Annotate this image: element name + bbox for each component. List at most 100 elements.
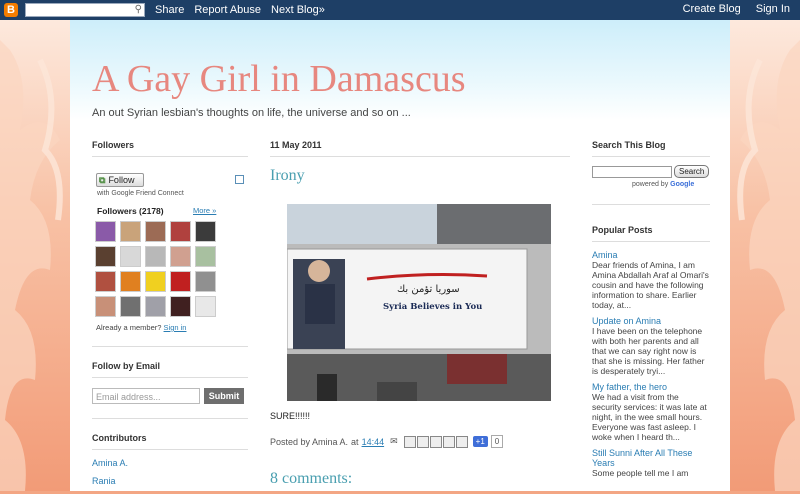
contributors-section: Contributors Amina A. Rania — [92, 418, 248, 486]
popular-post-link[interactable]: My father, the hero — [592, 382, 710, 392]
follower-avatar[interactable] — [145, 246, 166, 267]
billboard-caption: Syria Believes in You — [383, 302, 482, 312]
follower-thumbnails — [95, 221, 248, 317]
powered-by-text: powered by — [632, 181, 669, 188]
popular-post-link[interactable]: Update on Amina — [592, 316, 710, 326]
post-time-link[interactable]: 14:44 — [362, 437, 385, 447]
posted-at: at — [351, 436, 359, 447]
post-image[interactable]: سوريا تؤمن بك Syria Believes in You — [287, 204, 551, 401]
followers-count: Followers (2178) — [97, 206, 164, 216]
already-member-text: Already a member? — [96, 323, 162, 332]
follower-avatar[interactable] — [120, 221, 141, 242]
follower-avatar[interactable] — [95, 221, 116, 242]
left-decoration — [0, 20, 70, 491]
google-logo: Google — [670, 181, 695, 188]
twitter-share-icon[interactable] — [429, 435, 442, 448]
powered-by-google: powered by Google — [632, 181, 710, 188]
plusone-button[interactable]: +1 — [472, 436, 488, 447]
follower-avatar[interactable] — [170, 296, 191, 317]
main-column: 11 May 2011 Irony سوريا تؤمن بك Syria Be… — [270, 140, 570, 488]
follow-label: Follow — [108, 175, 135, 185]
follower-avatar[interactable] — [195, 246, 216, 267]
member-sign-in-link[interactable]: Sign in — [164, 323, 187, 332]
followers-more-link[interactable]: More » — [193, 206, 216, 215]
share-link[interactable]: Share — [155, 4, 184, 16]
email-field[interactable]: Email address... — [92, 388, 200, 404]
follow-button[interactable]: ⧉ Follow — [96, 173, 144, 187]
blog-content: A Gay Girl in Damascus An out Syrian les… — [70, 20, 730, 491]
popular-post-snippet: Dear friends of Amina, I am Amina Abdall… — [592, 260, 709, 310]
buzz-share-icon[interactable] — [455, 435, 468, 448]
follower-avatar[interactable] — [195, 271, 216, 292]
contributor-link[interactable]: Amina A. — [92, 458, 248, 468]
follower-avatar[interactable] — [120, 296, 141, 317]
blog-search: Search — [592, 165, 710, 178]
gfc-text: with Google Friend Connect — [97, 190, 184, 197]
follower-avatar[interactable] — [95, 271, 116, 292]
already-member: Already a member? Sign in — [96, 323, 248, 332]
popular-post-snippet: Some people tell me I am — [592, 468, 689, 478]
popular-post-snippet: I have been on the telephone with both h… — [592, 326, 705, 376]
facebook-share-icon[interactable] — [442, 435, 455, 448]
email-post-icon[interactable]: ✉ — [390, 436, 398, 447]
email-share-icon[interactable] — [403, 435, 416, 448]
follow-by-email-section: Follow by Email Email address... Submit — [92, 346, 248, 404]
blog-search-input[interactable] — [592, 165, 672, 178]
navbar-search-input[interactable]: ⚲ — [25, 3, 145, 17]
comments-title[interactable]: 8 comments: — [270, 470, 570, 488]
left-sidebar: Followers ⧉ Follow with Google Friend Co… — [92, 140, 248, 494]
blogger-logo-icon[interactable]: B — [4, 3, 18, 17]
share-buttons — [403, 435, 469, 448]
followers-title: Followers — [92, 140, 248, 157]
popular-post-snippet: We had a visit from the security service… — [592, 392, 707, 442]
follower-avatar[interactable] — [120, 271, 141, 292]
follower-avatar[interactable] — [95, 296, 116, 317]
report-abuse-link[interactable]: Report Abuse — [194, 4, 261, 16]
search-icon[interactable]: ⚲ — [135, 4, 142, 16]
posted-by: Posted by Amina A. — [270, 436, 349, 447]
followers-widget: ⧉ Follow with Google Friend Connect Foll… — [92, 165, 248, 217]
follower-avatar[interactable] — [170, 221, 191, 242]
follower-avatar[interactable] — [170, 271, 191, 292]
contributors-title: Contributors — [92, 433, 248, 450]
blogger-navbar: B ⚲ Share Report Abuse Next Blog» Create… — [0, 0, 800, 20]
post-body: SURE!!!!!! — [270, 411, 311, 421]
next-blog-link[interactable]: Next Blog» — [271, 4, 325, 16]
expand-icon[interactable] — [235, 175, 244, 184]
follower-avatar[interactable] — [95, 246, 116, 267]
right-sidebar: Search This Blog Search powered by Googl… — [592, 140, 710, 478]
blog-description: An out Syrian lesbian's thoughts on life… — [92, 107, 411, 119]
palm-silhouette-right — [737, 40, 800, 491]
popular-post-link[interactable]: Amina — [592, 250, 710, 260]
popular-post-link[interactable]: Still Sunni After All These Years — [592, 448, 710, 468]
post-title[interactable]: Irony — [270, 167, 570, 185]
create-blog-link[interactable]: Create Blog — [683, 3, 741, 15]
email-form: Email address... Submit — [92, 388, 248, 404]
follower-avatar[interactable] — [145, 271, 166, 292]
submit-button[interactable]: Submit — [204, 388, 244, 404]
popular-posts-section: Popular Posts Amina Dear friends of Amin… — [592, 204, 710, 478]
billboard-arabic-text: سوريا تؤمن بك — [397, 284, 460, 295]
popular-posts-title: Popular Posts — [592, 225, 710, 242]
billboard-photo: سوريا تؤمن بك Syria Believes in You — [287, 204, 551, 401]
post-date: 11 May 2011 — [270, 140, 570, 157]
follow-by-email-title: Follow by Email — [92, 361, 248, 378]
post-footer: Posted by Amina A. at 14:44 ✉ +1 0 — [270, 435, 570, 448]
right-decoration — [730, 20, 800, 491]
contributor-link[interactable]: Rania — [92, 476, 248, 486]
follower-avatar[interactable] — [145, 221, 166, 242]
follower-avatar[interactable] — [195, 221, 216, 242]
blogthis-icon[interactable] — [416, 435, 429, 448]
plusone-count: 0 — [490, 435, 504, 448]
palm-silhouette-left — [0, 40, 63, 491]
follower-avatar[interactable] — [145, 296, 166, 317]
search-this-blog-title: Search This Blog — [592, 140, 710, 157]
follower-avatar[interactable] — [120, 246, 141, 267]
gfc-icon: ⧉ — [99, 174, 106, 185]
sign-in-link[interactable]: Sign In — [756, 3, 790, 15]
follower-avatar[interactable] — [170, 246, 191, 267]
search-button[interactable]: Search — [674, 165, 710, 178]
navbar-right: Create Blog Sign In — [671, 3, 790, 15]
follower-avatar[interactable] — [195, 296, 216, 317]
blog-title[interactable]: A Gay Girl in Damascus — [92, 57, 466, 101]
